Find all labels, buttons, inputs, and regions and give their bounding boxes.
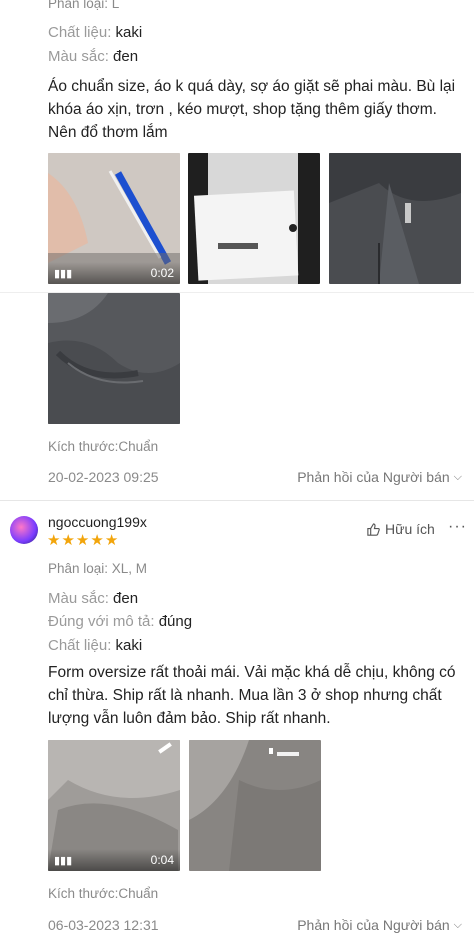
- detail-color: Màu sắc: đen: [48, 48, 138, 65]
- review-separator: [0, 500, 474, 501]
- detail-value: đen: [113, 590, 139, 607]
- star-icon: ★: [47, 532, 62, 549]
- detail-material: Chất liệu: kaki: [48, 24, 142, 41]
- star-icon: ★: [75, 532, 91, 549]
- detail-value: đúng: [158, 613, 193, 630]
- detail-material: Chất liệu: kaki: [48, 637, 142, 654]
- avatar[interactable]: [10, 516, 38, 544]
- seller-reply-toggle[interactable]: Phản hồi của Người bán ⌵: [297, 917, 462, 933]
- detail-label: Đúng với mô tả:: [48, 613, 155, 630]
- detail-label: Màu sắc:: [48, 590, 109, 607]
- review-date: 06-03-2023 12:31: [48, 917, 159, 933]
- star-icon: ★: [90, 532, 105, 549]
- cuff-photo: [48, 293, 180, 424]
- chevron-down-icon: ⌵: [453, 470, 462, 483]
- review-date: 20-02-2023 09:25: [48, 469, 159, 485]
- tag-photo: [188, 153, 320, 284]
- reviewer-username[interactable]: ngoccuong199x: [48, 514, 147, 530]
- star-icon: ★: [104, 532, 120, 549]
- review-video-thumbnail[interactable]: ▮▮▮ 0:04: [48, 740, 180, 871]
- size-fit-line: Kích thước:Chuẩn: [48, 886, 159, 901]
- review-text: Form oversize rất thoải mái. Vải mặc khá…: [48, 664, 456, 727]
- detail-value: kaki: [115, 637, 143, 654]
- detail-value: đen: [113, 48, 139, 65]
- detail-label: Màu sắc:: [48, 48, 109, 65]
- review-video-thumbnail[interactable]: ▮▮▮ 0:02: [48, 153, 180, 284]
- helpful-button[interactable]: Hữu ích: [366, 521, 435, 537]
- thumbs-up-icon: [367, 522, 380, 536]
- star-icon: ★: [61, 532, 76, 549]
- seller-reply-label: Phản hồi của Người bán: [297, 917, 450, 933]
- video-badge: ▮▮▮ 0:04: [48, 849, 180, 871]
- star-rating: ★★★★★: [47, 531, 119, 550]
- variant-line: Phân loại: XL, M: [48, 561, 148, 576]
- review-photo[interactable]: [189, 740, 321, 871]
- seller-reply-label: Phản hồi của Người bán: [297, 469, 450, 485]
- detail-label: Chất liệu:: [48, 24, 112, 41]
- detail-color: Màu sắc: đen: [48, 590, 138, 607]
- variant-line: Phân loại: L: [48, 0, 120, 11]
- review-photo[interactable]: [329, 153, 461, 284]
- video-badge: ▮▮▮ 0:02: [48, 262, 180, 284]
- chevron-down-icon: ⌵: [453, 918, 462, 931]
- video-duration: 0:02: [150, 266, 174, 280]
- zipper-photo: [329, 153, 461, 284]
- more-options-icon[interactable]: ···: [448, 518, 467, 536]
- detail-label: Chất liệu:: [48, 637, 112, 654]
- detail-value: kaki: [115, 24, 143, 41]
- seller-reply-toggle[interactable]: Phản hồi của Người bán ⌵: [297, 469, 462, 485]
- fabric-photo: [189, 740, 321, 871]
- helpful-label: Hữu ích: [385, 521, 435, 537]
- video-duration: 0:04: [150, 853, 174, 867]
- review-text: Áo chuẩn size, áo k quá dày, sợ áo giặt …: [48, 78, 456, 141]
- review-photo[interactable]: [48, 293, 180, 424]
- review-photo[interactable]: [188, 153, 320, 284]
- video-icon: ▮▮▮: [54, 267, 73, 280]
- video-icon: ▮▮▮: [54, 854, 73, 867]
- size-fit-line: Kích thước:Chuẩn: [48, 439, 159, 454]
- detail-accuracy: Đúng với mô tả: đúng: [48, 613, 192, 630]
